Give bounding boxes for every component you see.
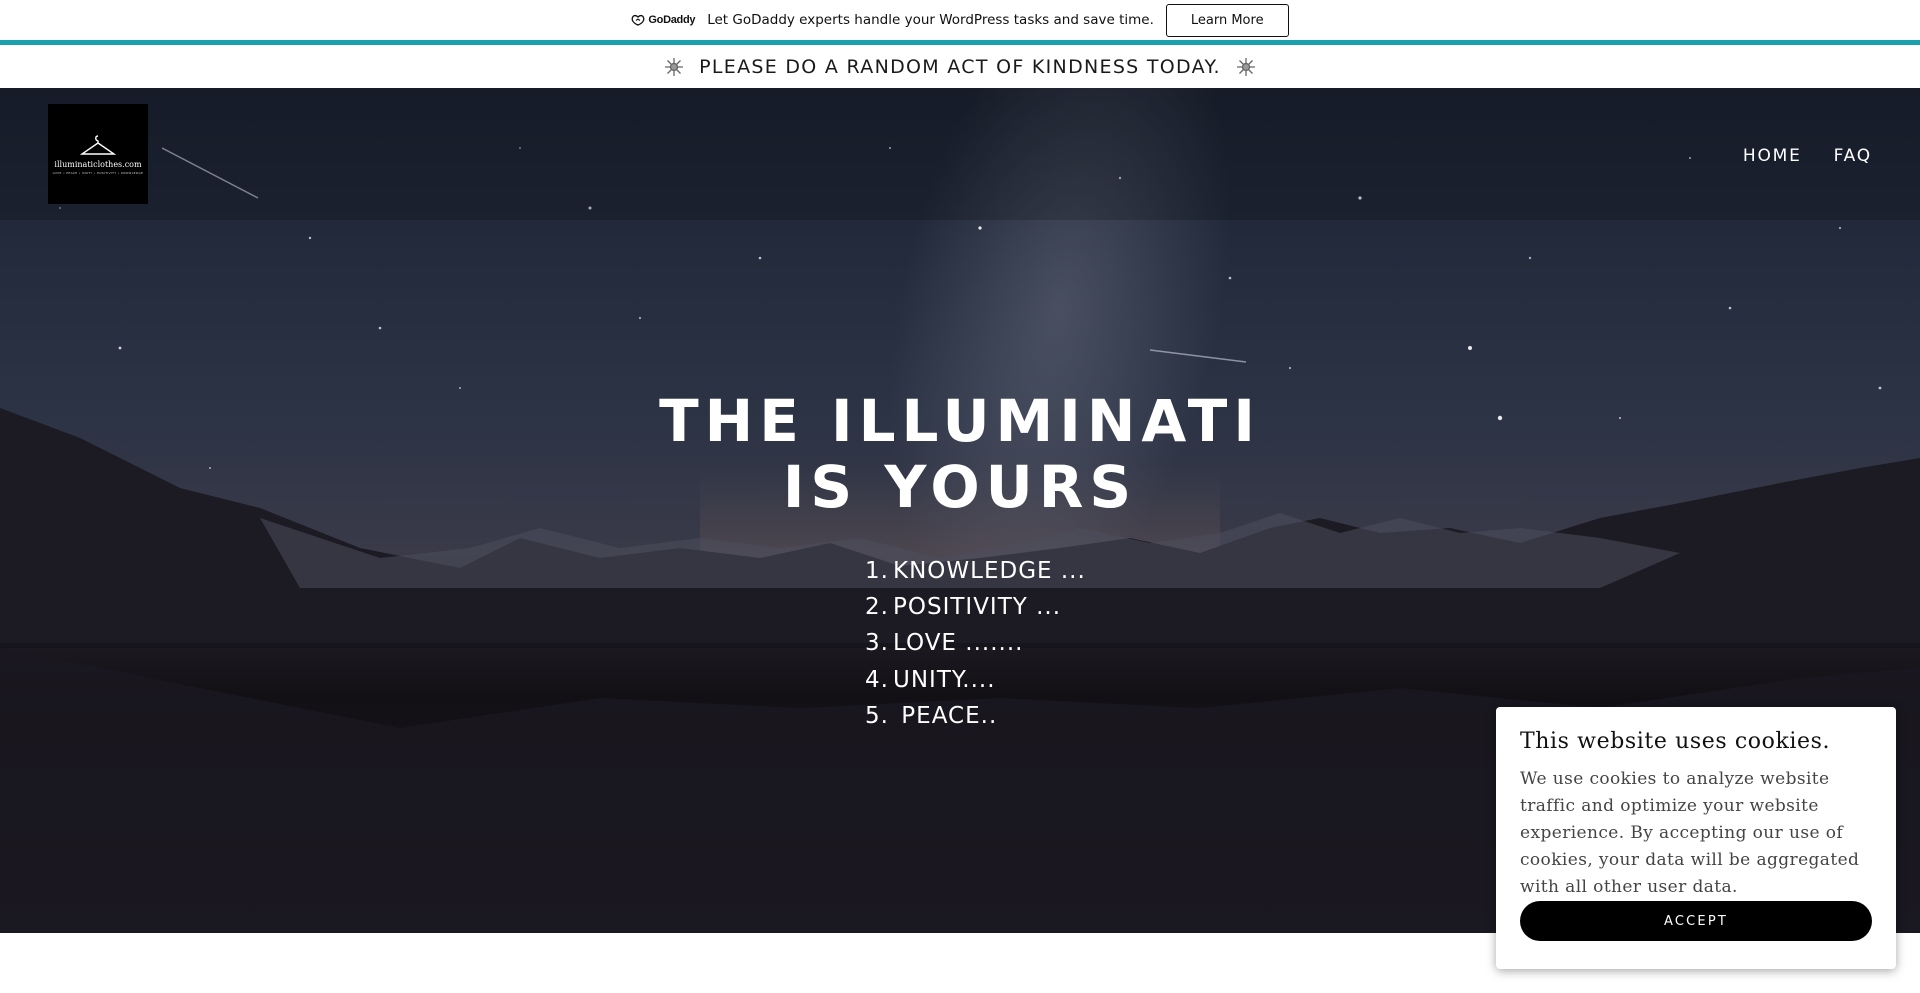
header-shade (0, 88, 1920, 220)
nav-faq-link[interactable]: FAQ (1834, 146, 1872, 166)
cookie-title: This website uses cookies. (1520, 729, 1831, 754)
accept-cookies-button[interactable]: ACCEPT (1520, 901, 1872, 941)
hero-title-line-1: THE ILLUMINATI (659, 387, 1261, 455)
promo-message: Let GoDaddy experts handle your WordPres… (707, 12, 1154, 28)
site-logo[interactable]: illuminaticlothes.com LOVE • PEACE • UNI… (48, 104, 148, 204)
list-item: 1. KNOWLEDGE ... (865, 558, 1086, 584)
sparkle-icon (1236, 57, 1255, 76)
list-item: 3. LOVE ....... (865, 630, 1024, 657)
logo-text: illuminaticlothes.com (54, 159, 142, 169)
cookie-description: We use cookies to analyze website traffi… (1520, 769, 1860, 897)
promo-bar: GoDaddy Let GoDaddy experts handle your … (0, 0, 1920, 45)
list-item: 2. POSITIVITY ... (865, 594, 1062, 621)
sparkle-icon (665, 57, 684, 76)
list-item: 5. PEACE.. (865, 702, 998, 729)
list-item: 4. UNITY.... (865, 666, 996, 693)
godaddy-icon (631, 14, 645, 26)
learn-more-button[interactable]: Learn More (1165, 3, 1289, 37)
announcement-text: PLEASE DO A RANDOM ACT OF KINDNESS TODAY… (699, 55, 1221, 78)
logo-tagline: LOVE • PEACE • UNITY • POSITIVITY • KNOW… (52, 170, 144, 175)
hero-title-line-2: IS YOURS (782, 453, 1138, 521)
values-list: 1. KNOWLEDGE ... 2. POSITIVITY ... 3. LOVE … (856, 553, 1086, 734)
godaddy-logo-text: GoDaddy (648, 14, 696, 26)
clothes-hanger-icon (79, 134, 117, 155)
godaddy-logo: GoDaddy (631, 14, 696, 26)
announcement-bar: PLEASE DO A RANDOM ACT OF KINDNESS TODAY… (0, 45, 1920, 88)
nav-home-link[interactable]: HOME (1743, 146, 1802, 166)
hero-title: THE ILLUMINATI IS YOURS (0, 388, 1920, 520)
main-nav: HOME FAQ (1743, 146, 1872, 166)
cookie-consent-dialog: This website uses cookies. We use cookie… (1496, 707, 1896, 969)
